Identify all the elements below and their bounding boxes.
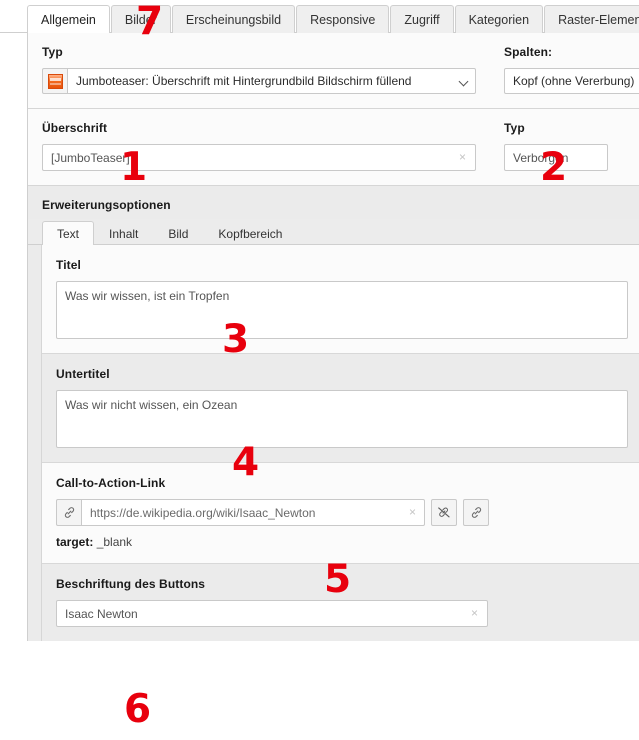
headline-type-value: Verborgen (513, 150, 569, 165)
tab-erscheinungsbild-label: Erscheinungsbild (185, 13, 282, 27)
unlink-button[interactable] (431, 499, 457, 526)
headline-section: Überschrift [JumboTeaser] × Typ Verborge… (28, 108, 639, 185)
headline-input-value: [JumboTeaser] (51, 150, 130, 165)
target-label: target: (56, 535, 94, 549)
untertitel-field-group: Untertitel Was wir nicht wissen, ein Oze… (42, 353, 639, 462)
headline-input[interactable]: [JumboTeaser] × (42, 144, 476, 171)
target-value: _blank (96, 535, 133, 549)
columns-select[interactable]: Kopf (ohne Vererbung) (504, 68, 639, 94)
tab-inhalt[interactable]: Inhalt (94, 221, 153, 245)
headline-label: Überschrift (42, 121, 108, 135)
tab-kopfbereich-label: Kopfbereich (218, 227, 283, 241)
tab-bilder-label: Bilder (124, 13, 157, 27)
tab-raster-elemente[interactable]: Raster-Elemente (544, 5, 639, 33)
cta-link-input[interactable]: https://de.wikipedia.org/wiki/Isaac_Newt… (82, 499, 425, 526)
content-element-icon (42, 68, 68, 94)
tab-text[interactable]: Text (42, 221, 95, 245)
type-field-group: Typ Jumboteaser: Überschrift mit Hinterg… (42, 45, 476, 94)
type-label: Typ (42, 45, 63, 59)
extension-tab-content: Titel Was wir wissen, ist ein Tropfen Un… (41, 245, 639, 641)
titel-field-group: Titel Was wir wissen, ist ein Tropfen (42, 245, 639, 353)
tab-erscheinungsbild[interactable]: Erscheinungsbild (171, 5, 296, 33)
button-label-input-value: Isaac Newton (65, 606, 138, 621)
type-select[interactable]: Jumboteaser: Überschrift mit Hintergrund… (68, 68, 476, 94)
cta-link-field-group: Call-to-Action-Link https://de.wikipedia… (42, 462, 639, 563)
allgemein-panel: Typ Jumboteaser: Überschrift mit Hinterg… (27, 33, 639, 641)
tab-zugriff-label: Zugriff (404, 13, 440, 27)
tab-zugriff[interactable]: Zugriff (390, 5, 454, 33)
button-label-field-group: Beschriftung des Buttons Isaac Newton × (42, 563, 639, 641)
headline-type-input[interactable]: Verborgen (504, 144, 608, 171)
extension-options-section: Erweiterungsoptionen Text Inhalt Bild Ko… (28, 185, 639, 641)
main-tab-bar: Allgemein Bilder Erscheinungsbild Respon… (0, 0, 639, 33)
titel-textarea[interactable]: Was wir wissen, ist ein Tropfen (56, 281, 628, 339)
tab-kategorien[interactable]: Kategorien (454, 5, 544, 33)
tab-responsive[interactable]: Responsive (296, 5, 390, 33)
clear-icon[interactable]: × (457, 151, 468, 163)
untertitel-label: Untertitel (56, 367, 110, 381)
link-icon (56, 499, 82, 526)
chevron-down-icon (460, 78, 467, 85)
titel-label: Titel (56, 258, 81, 272)
tab-inhalt-label: Inhalt (109, 227, 139, 241)
link-browse-button[interactable] (463, 499, 489, 526)
tab-kategorien-label: Kategorien (468, 13, 530, 27)
type-select-value: Jumboteaser: Überschrift mit Hintergrund… (76, 74, 412, 88)
tab-allgemein[interactable]: Allgemein (27, 5, 110, 33)
tab-kopfbereich[interactable]: Kopfbereich (203, 221, 297, 245)
headline-type-label: Typ (504, 121, 525, 135)
clear-icon[interactable]: × (409, 506, 416, 518)
tab-text-label: Text (57, 227, 80, 241)
tab-raster-elemente-label: Raster-Elemente (558, 13, 639, 27)
button-label-label: Beschriftung des Buttons (56, 577, 206, 591)
untertitel-textarea-value: Was wir nicht wissen, ein Ozean (65, 398, 238, 412)
button-label-input[interactable]: Isaac Newton × (56, 600, 488, 627)
titel-textarea-value: Was wir wissen, ist ein Tropfen (65, 289, 230, 303)
extension-options-title: Erweiterungsoptionen (42, 198, 171, 212)
tab-allgemein-label: Allgemein (41, 13, 96, 27)
cta-link-label: Call-to-Action-Link (56, 476, 166, 490)
tab-bild[interactable]: Bild (153, 221, 203, 245)
annotation-6: 6 (124, 687, 152, 732)
cta-link-input-value: https://de.wikipedia.org/wiki/Isaac_Newt… (90, 505, 316, 520)
tab-bilder[interactable]: Bilder (110, 5, 171, 33)
extension-tab-bar: Text Inhalt Bild Kopfbereich (28, 219, 639, 245)
clear-icon[interactable]: × (469, 607, 480, 619)
columns-field-group: Spalten: Kopf (ohne Vererbung) (476, 45, 639, 94)
headline-type-field-group: Typ Verborgen (476, 121, 625, 171)
untertitel-textarea[interactable]: Was wir nicht wissen, ein Ozean (56, 390, 628, 448)
headline-field-group: Überschrift [JumboTeaser] × (42, 121, 476, 171)
tab-responsive-label: Responsive (310, 13, 376, 27)
type-section: Typ Jumboteaser: Überschrift mit Hinterg… (28, 33, 639, 108)
columns-label: Spalten: (504, 45, 553, 59)
columns-select-value: Kopf (ohne Vererbung) (513, 74, 635, 88)
tab-bild-label: Bild (168, 227, 189, 241)
target-info: target: _blank (56, 535, 639, 549)
